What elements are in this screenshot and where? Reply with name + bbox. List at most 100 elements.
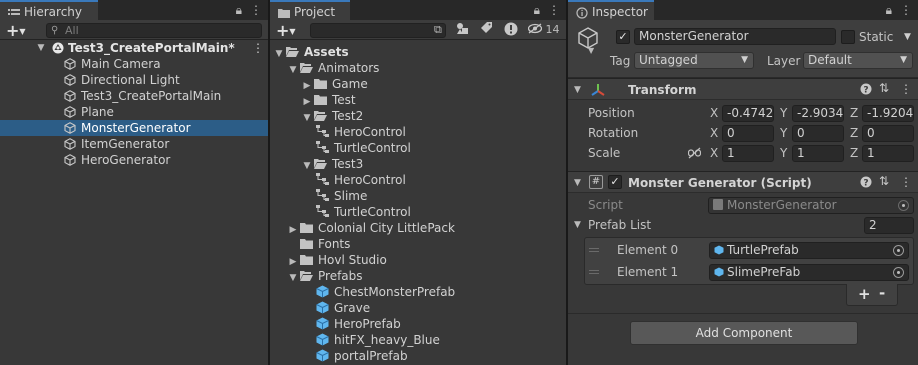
lock-icon[interactable]: 🔒︎ [886,3,892,18]
hierarchy-item[interactable]: HeroGenerator [0,152,268,168]
axis-label-z[interactable]: Z [850,123,858,143]
axis-label-z[interactable]: Z [850,103,858,123]
project-item-label: Colonial City LittlePack [318,221,455,235]
constrain-proportions-link-icon[interactable] [687,147,702,162]
gameobject-icon-dropdown[interactable]: ▼ [588,46,594,55]
scene-row[interactable]: ▼ Test3_CreatePortalMain* ⋮ [0,40,268,56]
axis-label-y[interactable]: Y [780,123,787,143]
element-object-field[interactable]: SlimePreFab [709,264,909,281]
preset-sliders-icon[interactable]: ⇅ [879,81,889,95]
project-prefab-asset[interactable]: portalPrefab [270,348,566,364]
transform-scale-x-field[interactable]: 1 [722,145,774,162]
object-picker-icon[interactable] [893,245,904,256]
add-element-button[interactable]: + [858,285,871,303]
drag-handle-icon[interactable] [589,270,599,274]
tab-hierarchy[interactable]: Hierarchy [0,0,98,20]
transform-scale-z-field[interactable]: 1 [862,145,914,162]
scene-menu-icon[interactable]: ⋮ [252,40,264,56]
axis-label-x[interactable]: X [710,123,718,143]
more-menu-icon[interactable]: ⋮ [250,3,262,18]
project-folder[interactable]: ▶ Hovl Studio [270,252,566,268]
expand-arrow-icon[interactable]: ▼ [36,40,46,56]
remove-element-button[interactable]: - [879,284,885,302]
lock-icon[interactable]: 🔒︎ [534,3,540,18]
hierarchy-item[interactable]: MonsterGenerator [0,120,268,136]
transform-position-y-field[interactable]: -2.9034 [792,105,844,122]
help-icon[interactable]: ? [860,83,872,98]
hierarchy-item[interactable]: ItemGenerator [0,136,268,152]
project-prefab-asset[interactable]: Grave [270,300,566,316]
create-asset-button[interactable]: +▼ [276,21,296,40]
transform-position-x-field[interactable]: -0.4742 [722,105,774,122]
project-animator-asset[interactable]: TurtleControl [270,140,566,156]
static-checkbox[interactable] [841,30,855,44]
project-folder[interactable]: Fonts [270,236,566,252]
project-prefab-asset[interactable]: HeroPrefab [270,316,566,332]
project-search-input[interactable] [310,23,446,38]
foldout-arrow-icon[interactable]: ▼ [574,79,581,101]
more-menu-icon[interactable]: ⋮ [548,3,560,18]
lock-icon[interactable]: 🔒︎ [236,3,242,18]
search-by-type-icon[interactable]: ⧉ [434,23,442,37]
static-dropdown-icon[interactable]: ▼ [904,32,911,42]
project-animator-asset[interactable]: HeroControl [270,172,566,188]
create-button[interactable]: +▼ [6,21,26,40]
object-name-field[interactable]: MonsterGenerator [634,28,836,45]
project-folder[interactable]: ▶ Test [270,92,566,108]
tag-dropdown[interactable]: Untagged ▼ [634,52,754,69]
help-icon[interactable]: ? [860,176,872,191]
project-folder[interactable]: ▶ Colonial City LittlePack [270,220,566,236]
element-object-field[interactable]: TurtlePrefab [709,242,909,259]
prefab-list-foldout-icon[interactable]: ▼ [574,215,581,235]
project-folder[interactable]: ▶ Game [270,76,566,92]
prefab-icon [316,285,329,298]
drag-handle-icon[interactable] [589,248,599,252]
script-component-header[interactable]: ▼ # ✓ Monster Generator (Script) ? ⇅ ⋮ [568,171,918,193]
transform-header[interactable]: ▼ Transform ? ⇅ ⋮ [568,78,918,100]
project-animator-asset[interactable]: TurtleControl [270,204,566,220]
prefab-list-count: 2 [869,218,877,232]
project-prefab-asset[interactable]: ChestMonsterPrefab [270,284,566,300]
axis-label-z[interactable]: Z [850,143,858,163]
transform-rotation-x-field[interactable]: 0 [722,125,774,142]
hierarchy-item[interactable]: Directional Light [0,72,268,88]
label-tag-icon[interactable] [480,22,493,38]
tab-project[interactable]: Project [270,0,350,20]
axis-label-y[interactable]: Y [780,143,787,163]
hierarchy-item[interactable]: Main Camera [0,56,268,72]
transform-rotation-y-field[interactable]: 0 [792,125,844,142]
hidden-packages-icon[interactable]: 14 [527,23,560,36]
hierarchy-item[interactable]: Test3_CreatePortalMain [0,88,268,104]
script-enabled-checkbox[interactable]: ✓ [608,175,622,189]
component-menu-icon[interactable]: ⋮ [900,82,912,96]
preset-sliders-icon[interactable]: ⇅ [879,174,889,188]
transform-rotation-z-field[interactable]: 0 [862,125,914,142]
prefab-icon [316,301,329,314]
project-folder[interactable]: ▼ Test3 [270,156,566,172]
project-prefab-asset[interactable]: hitFX_heavy_Blue [270,332,566,348]
axis-label-x[interactable]: X [710,103,718,123]
transform-position-z-field[interactable]: -1.9204 [862,105,914,122]
tab-inspector[interactable]: Inspector [568,0,654,20]
project-folder[interactable]: ▼ Test2 [270,108,566,124]
hierarchy-item[interactable]: Plane [0,104,268,120]
object-picker-icon[interactable] [893,267,904,278]
project-animator-asset[interactable]: Slime [270,188,566,204]
layer-dropdown[interactable]: Default ▼ [803,52,913,69]
more-menu-icon[interactable]: ⋮ [900,3,912,18]
prefab-list-size-field[interactable]: 2 [864,217,914,234]
project-animator-asset[interactable]: HeroControl [270,124,566,140]
project-folder[interactable]: ▼ Prefabs [270,268,566,284]
project-folder[interactable]: ▼ Assets [270,44,566,60]
axis-label-y[interactable]: Y [780,103,787,123]
axis-label-x[interactable]: X [710,143,718,163]
hierarchy-search-input[interactable]: ⚲ All [46,23,262,38]
transform-scale-y-field[interactable]: 1 [792,145,844,162]
project-folder[interactable]: ▼ Animators [270,60,566,76]
component-menu-icon[interactable]: ⋮ [900,175,912,189]
add-component-button[interactable]: Add Component [630,321,858,345]
filter-by-type-icon[interactable] [456,22,469,38]
foldout-arrow-icon[interactable]: ▼ [574,172,581,194]
active-checkbox[interactable]: ✓ [616,30,630,44]
log-types-icon[interactable] [504,22,518,39]
